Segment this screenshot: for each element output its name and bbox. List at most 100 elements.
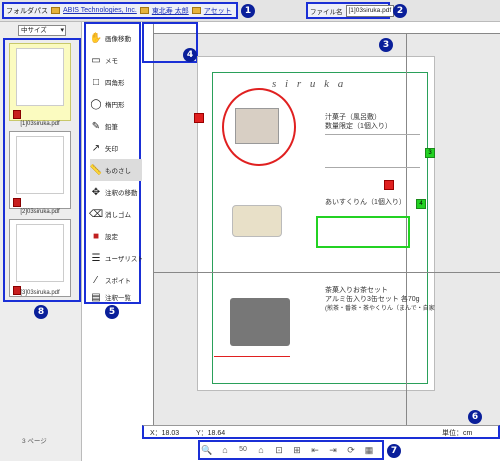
marker-4: 4 (183, 48, 197, 62)
pencil-icon: ✎ (91, 120, 101, 132)
ellipse-icon: ◯ (90, 98, 102, 110)
rectangle-annotation[interactable] (316, 216, 410, 248)
tool-memo[interactable]: ▭ メモ (90, 49, 144, 71)
zoom-in-icon[interactable]: ⌂ (254, 443, 268, 457)
file-name-label: ファイル名 (310, 8, 343, 16)
vertical-ruler (142, 22, 154, 425)
breadcrumb-asset[interactable]: アセット (204, 6, 232, 16)
marker-7: 7 (387, 444, 401, 458)
tool-label: ユーザリスト (105, 256, 144, 263)
pdf-icon (13, 198, 21, 207)
thumbnail-list: [1]03siruka.pdf [2]03siruka.pdf [3]03sir… (3, 38, 81, 302)
fit-width-icon[interactable]: ⊡ (272, 443, 286, 457)
tool-label: 注釈の移動 (105, 190, 138, 197)
tool-arrow[interactable]: ↗ 矢印 (90, 137, 144, 159)
annotation-note-green-3[interactable]: 3 (425, 148, 435, 158)
prev-page-icon[interactable]: ⇥ (326, 443, 340, 457)
grid-icon[interactable]: ▦ (362, 443, 376, 457)
folder-path-label: フォルダパス (6, 7, 48, 15)
tool-pencil[interactable]: ✎ 鉛筆 (90, 115, 144, 137)
hand-icon: ✋ (89, 32, 103, 44)
folder-icon (51, 7, 60, 14)
settings-icon: ■ (92, 230, 100, 242)
folder-icon (139, 7, 149, 14)
tool-label: メモ (105, 58, 118, 65)
tool-settings[interactable]: ■ 設定 (90, 225, 144, 247)
tool-label: 注釈一覧 (105, 295, 131, 302)
product-image (232, 205, 282, 237)
breadcrumb-user[interactable]: 東北寿 太郎 (152, 6, 189, 16)
tool-hand[interactable]: ✋ 画像移動 (90, 27, 144, 49)
tool-label: 鉛筆 (105, 124, 118, 131)
marker-3: 3 (379, 38, 393, 52)
marker-8: 8 (34, 305, 48, 319)
tool-label: 四角形 (105, 80, 125, 87)
thumbnail-size-select[interactable]: 中サイズ (18, 25, 66, 36)
ruler-guide-horizontal[interactable] (154, 272, 500, 273)
annotation-note-green-4[interactable]: 4 (416, 199, 426, 209)
marker-1: 1 (241, 4, 255, 18)
file-name-value: [1]03siruka.pdf (345, 4, 395, 17)
thumbnail-page-1[interactable] (9, 43, 71, 121)
tool-ruler[interactable]: 📏 ものさし (90, 159, 144, 181)
marker-6: 6 (468, 410, 482, 424)
page-count: 3 ページ (22, 438, 47, 445)
marker-5: 5 (105, 305, 119, 319)
tool-label: 消しゴム (105, 212, 131, 219)
breadcrumb-company[interactable]: ABIS Technologies, Inc. (63, 7, 137, 14)
tool-user-list[interactable]: ☰ ユーザリスト (90, 247, 144, 269)
tool-annotation-list[interactable]: ▤ 注釈一覧 (90, 286, 144, 308)
thumbnail-label: [3]03siruka.pdf (20, 290, 60, 296)
arrow-icon: ↗ (91, 142, 101, 154)
product-image (235, 108, 279, 144)
memo-icon: ▭ (91, 54, 101, 66)
thumbnail-page-2[interactable] (9, 131, 71, 209)
tool-move-annotation[interactable]: ✥ 注釈の移動 (90, 181, 144, 203)
first-page-icon[interactable]: ⇤ (308, 443, 322, 457)
rectangle-icon: □ (92, 76, 100, 88)
unit-label: 単位：cm (442, 430, 473, 437)
user-list-icon: ☰ (91, 252, 101, 264)
rotate-icon[interactable]: ⟳ (344, 443, 358, 457)
folder-path: フォルダパス ABIS Technologies, Inc. 東北寿 太郎 アセ… (2, 2, 238, 19)
zoom-tool-icon[interactable]: 🔍 (200, 443, 214, 457)
marker-2: 2 (393, 4, 407, 18)
tool-rectangle[interactable]: □ 四角形 (90, 71, 144, 93)
tool-label: スポイト (105, 278, 131, 285)
tool-label: ものさし (105, 168, 131, 175)
annotation-note-red-2[interactable] (384, 180, 394, 190)
product-title-2: あいすくりん（1個入り） (325, 199, 406, 206)
thumbnail-page-3[interactable] (9, 219, 71, 297)
thumbnail-label: [2]03siruka.pdf (20, 209, 60, 215)
annotation-list-icon: ▤ (91, 291, 101, 303)
product-table-1 (325, 134, 420, 168)
product-image (230, 298, 290, 346)
thumbnail-image (16, 136, 64, 194)
tool-ellipse[interactable]: ◯ 楕円形 (90, 93, 144, 115)
folder-icon (191, 7, 201, 14)
arrow-annotation[interactable] (214, 356, 290, 357)
thumbnail-image (16, 224, 64, 282)
tool-panel: ✋ 画像移動 ▭ メモ □ 四角形 ◯ 楕円形 ✎ 鉛筆 ↗ 矢印 📏 ものさし ✥ 注釈の移動… (84, 22, 144, 304)
tool-label: 楕円形 (105, 102, 125, 109)
zoom-level[interactable]: 50 (236, 443, 250, 457)
zoom-out-icon[interactable]: ⌂ (218, 443, 232, 457)
brand-logo: s i r u k a (272, 78, 347, 90)
pdf-icon (13, 110, 21, 119)
file-name: ファイル名 [1]03siruka.pdf (306, 2, 395, 19)
move-annotation-icon: ✥ (91, 186, 101, 198)
tool-label: 設定 (105, 234, 118, 241)
annotation-note-red-1[interactable] (194, 113, 204, 123)
thumbnail-image (16, 48, 64, 106)
thumbnail-label: [1]03siruka.pdf (20, 121, 60, 127)
tool-label: 矢印 (105, 146, 118, 153)
tool-label: 画像移動 (105, 36, 131, 43)
product-subtitle-1: 数量限定（1個入り） (325, 123, 392, 130)
product-subtitle-3b: (煎茶・番茶・茶やくりん（まんで・自家 (325, 306, 435, 312)
eyedropper-icon: ⁄ (95, 274, 97, 286)
tool-eraser[interactable]: ⌫ 消しゴム (88, 203, 144, 225)
eraser-icon: ⌫ (88, 208, 104, 220)
fit-page-icon[interactable]: ⊞ (290, 443, 304, 457)
cursor-x: X：18.03 (150, 430, 180, 437)
ruler-icon: 📏 (89, 164, 103, 176)
